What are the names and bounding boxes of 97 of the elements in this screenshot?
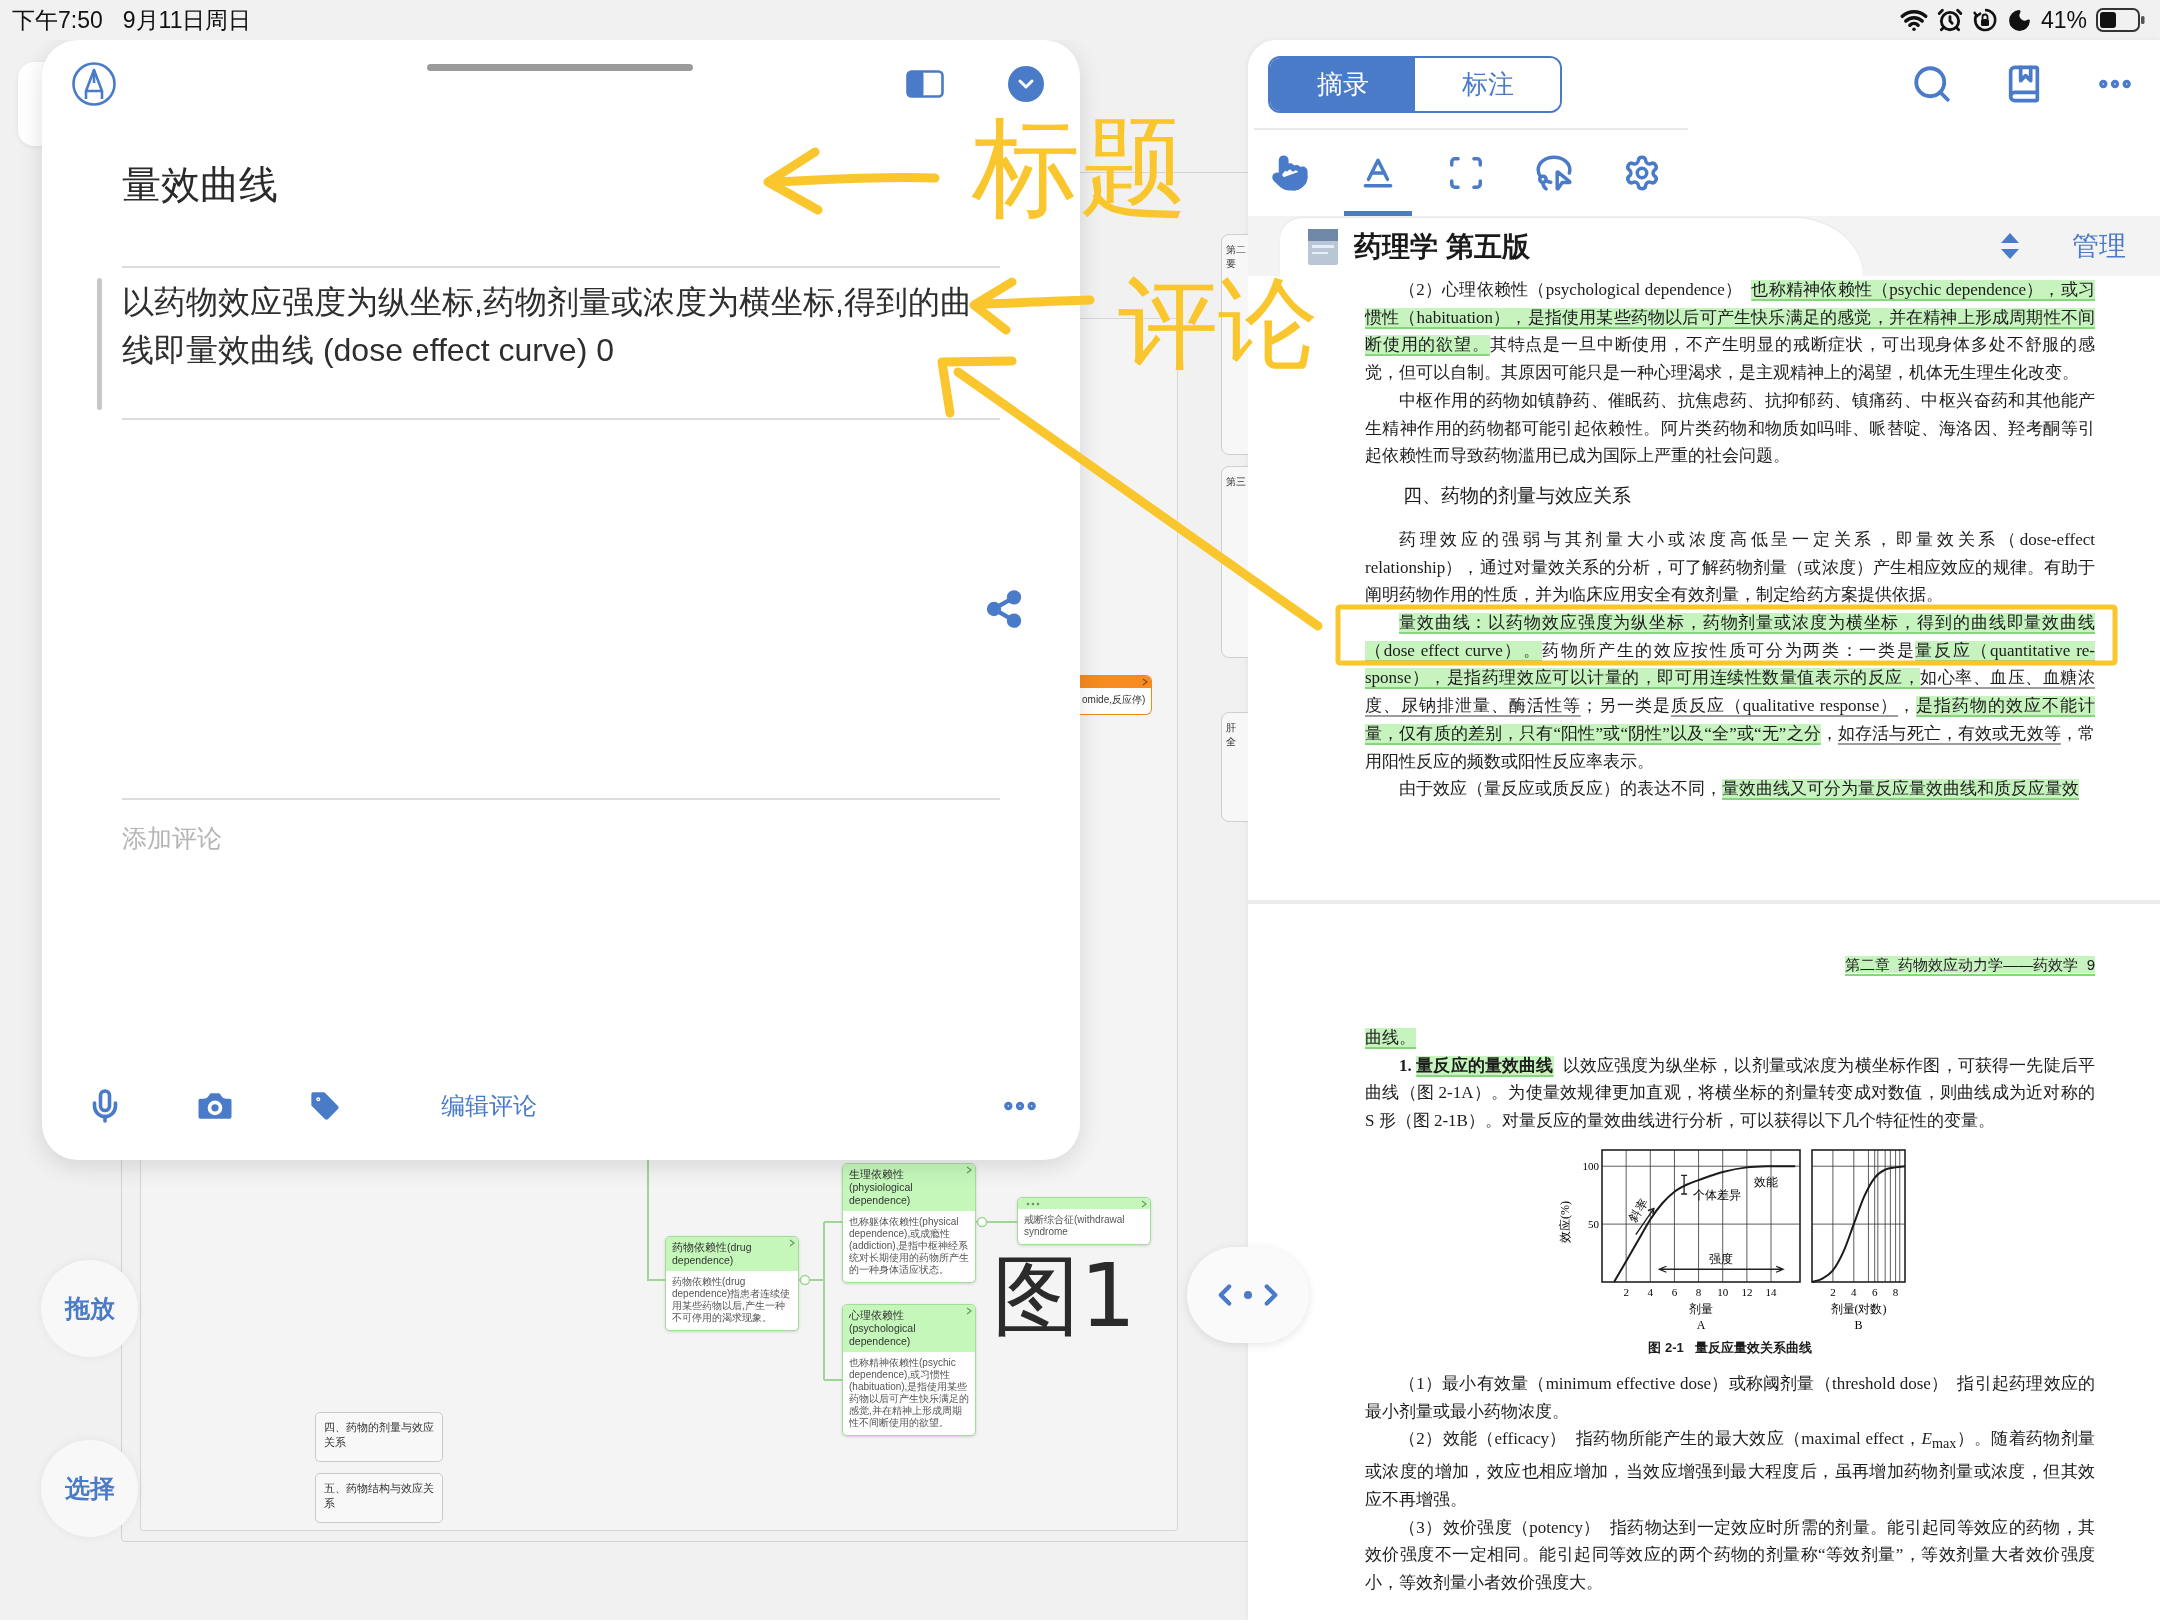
y-tick-label: 100 xyxy=(1582,1160,1599,1172)
mind-map-node[interactable]: 药物依赖性(drug dependence) 药物依赖性(drug dependence)指患者连续使用某些药物以后,产生一种不可停用的渴求现象。 xyxy=(665,1236,799,1331)
node-text: omide,反应停) xyxy=(1081,693,1147,707)
paragraph-text: （1）最小有效量（minimum effective dose）或称阈剂量（threshold dose） 指引起药理效应的最小剂量或最小药物浓度。 xyxy=(1365,1372,2095,1423)
annotation-label: 强度 xyxy=(1708,1252,1733,1267)
collapse-circle-icon xyxy=(976,1216,988,1228)
paragraph-text: 药理效应的强弱与其剂量大小或浓度高低呈一定关系，即量效关系（dose-effect relationship），通过对量效关系的分析，可了解药物剂量（或浓度）产生相应效应的规律。有助于阐明药物作用的性质，并为临床应用安全有效剂量，制定给药方案提供依据。 xyxy=(1365,528,2095,607)
x-tick-label: 6 xyxy=(1871,1285,1877,1298)
x-tick-label: 2 xyxy=(1622,1285,1629,1298)
chevron-right-icon xyxy=(966,1166,972,1174)
book-cover-icon xyxy=(1308,229,1338,265)
comment-field[interactable]: 添加评论 xyxy=(122,818,1000,858)
panel-label: B xyxy=(1854,1317,1862,1332)
rotation-lock-icon xyxy=(1971,7,1998,33)
mode-button[interactable]: 选择 xyxy=(41,1440,138,1537)
node-title: 全 xyxy=(1226,736,1237,748)
node-text: 戒断综合征(withdrawal syndrome xyxy=(1023,1213,1126,1239)
handwritten-note: 图1 xyxy=(992,1252,1136,1340)
chevron-right-icon xyxy=(789,1239,795,1247)
x-tick-label: 10 xyxy=(1716,1285,1728,1298)
node-title: 第二 xyxy=(1226,244,1247,256)
x-tick-label: 2 xyxy=(1829,1285,1836,1298)
mind-map-node[interactable]: 第三 xyxy=(1221,466,1248,658)
dots-icon xyxy=(1026,1201,1040,1206)
y-tick-label: 50 xyxy=(1587,1217,1599,1230)
x-tick-label: 4 xyxy=(1647,1285,1653,1298)
mind-map-node[interactable]: 生理依赖性(physiological dependence) 也称躯体依赖性(physical dependence),或成瘾性(addiction),是指中枢神经系统对长期使用的药物所产生的一种身体适应状态。 xyxy=(842,1163,976,1283)
error-bar xyxy=(1679,1174,1688,1195)
pen-icon[interactable] xyxy=(71,61,117,107)
annotation-label: 斜率 xyxy=(1625,1196,1650,1224)
tab[interactable]: 摘录 xyxy=(1270,57,1415,111)
connector-line xyxy=(975,1221,1018,1223)
excerpt-text: 以药物效应强度为纵坐标,药物剂量或浓度为横坐标,得到的曲线即量效曲线 (dose effect curve) 0 xyxy=(122,283,973,370)
area-select-icon xyxy=(1447,154,1485,192)
x-tick-label: 12 xyxy=(1740,1285,1752,1298)
edit-comment-button[interactable]: 编辑评论 xyxy=(441,1090,537,1122)
search-icon[interactable] xyxy=(1911,63,1953,105)
mind-map-node[interactable]: 肝 全 xyxy=(1221,712,1248,822)
dot-icon xyxy=(1244,1291,1252,1299)
mode-button[interactable]: 拖放 xyxy=(41,1260,138,1357)
gear-icon xyxy=(1623,154,1661,192)
x-axis-label: 剂量(对数) xyxy=(1830,1301,1886,1316)
node-title: 药物依赖性(drug dependence) xyxy=(672,1241,753,1267)
x-tick-label: 8 xyxy=(1892,1285,1898,1298)
mind-map-node[interactable]: 戒断综合征(withdrawal syndrome xyxy=(1017,1197,1151,1245)
node-text: 药物依赖性(drug dependence)指患者连续使用某些药物以后,产生一种不可停用的渴求现象。 xyxy=(671,1275,792,1325)
paragraph-text: 曲线。 xyxy=(1365,1027,1417,1049)
section-heading: 四、药物的剂量与效应关系 xyxy=(1402,483,1632,508)
node-title: 要 xyxy=(1226,258,1237,270)
node-text: 也称精神依赖性(psychic dependence),或习惯性(habituation),是指使用某些药物以后可产生快乐满足的感觉,并在精神上形成周期性不间断使用的欲望。 xyxy=(848,1356,970,1430)
status-date: 9月11日周日 xyxy=(122,5,252,35)
panel-label: A xyxy=(1696,1317,1705,1332)
lasso-icon xyxy=(1535,154,1573,192)
figure-caption: 图 2-1 量反应量效关系曲线 xyxy=(1647,1338,1813,1357)
x-tick-label: 14 xyxy=(1765,1285,1776,1298)
x-axis-label: 剂量 xyxy=(1688,1301,1713,1316)
share-icon[interactable] xyxy=(984,589,1024,629)
battery-percent: 41% xyxy=(2040,6,2087,34)
alarm-icon xyxy=(1936,7,1963,33)
chevron-right-icon xyxy=(1141,1200,1147,1208)
node-title: 心理依赖性(psychological dependence) xyxy=(849,1309,917,1348)
sort-icon[interactable] xyxy=(2000,232,2020,260)
hand-pointer-icon xyxy=(1271,154,1309,192)
note-title: 量效曲线 xyxy=(122,162,278,208)
book-tab[interactable]: 药理学 第五版 xyxy=(1280,218,1863,276)
sidebar-icon[interactable] xyxy=(906,70,944,98)
battery-icon xyxy=(2096,8,2146,32)
mind-map-node[interactable]: 四、药物的剂量与效应关系 xyxy=(315,1412,443,1462)
collapse-circle-icon xyxy=(799,1274,811,1286)
node-title: 第三 xyxy=(1226,476,1247,488)
running-head: 第二章 药物效应动力学——药效学 9 xyxy=(1843,955,2095,975)
book-title: 药理学 第五版 xyxy=(1354,230,1530,264)
paragraph-text: 量效曲线：以药物效应强度为纵坐标，药物剂量或浓度为横坐标，得到的曲线即量效曲线（dose effect curve）。药物所产生的效应按性质可分为两类：一类是量反应（quantitative re-sponse），是指药理效应可以计量的，即可用连续性数量值表示的反应，如心率、血压、血糖浓度、尿钠排泄量、酶活性等；另一类是质反应（qualitative response），是指药物的效应不能计量，仅有质的差别，只有“阳性”或“阴性”以及“全”或“无”之分，如存活与死亡，有效或无效等，常用阳性反应的频数或阳性反应率表示。 xyxy=(1365,612,2095,773)
chevron-right-icon xyxy=(966,1307,972,1315)
paragraph-text: （3）效价强度（potency） 指药物达到一定效应时所需的剂量。能引起同等效应的药物，其效价强度不一定相同。能引起同等效应的两个药物的剂量称“等效剂量”，等效剂量大者效价强度小，等效剂量小者效价强度大。 xyxy=(1365,1516,2095,1595)
node-title: 生理依赖性(physiological dependence) xyxy=(849,1168,914,1207)
y-axis-label: 效应(%) xyxy=(1557,1200,1572,1243)
chevron-right-icon xyxy=(1142,678,1148,686)
handwritten-note: 标题 xyxy=(972,114,1188,222)
chevron-down-icon[interactable] xyxy=(1008,66,1044,102)
mind-map-node[interactable]: 五、药物结构与效应关系 xyxy=(315,1473,443,1523)
moon-icon xyxy=(2006,7,2032,33)
drag-handle[interactable] xyxy=(427,64,693,71)
node-title: 肝 xyxy=(1226,722,1237,734)
annotation-label: 效能 xyxy=(1753,1174,1778,1189)
node-text: 也称躯体依赖性(physical dependence),或成瘾性(addiction),是指中枢神经系统对长期使用的药物所产生的一种身体适应状态。 xyxy=(848,1215,970,1277)
mind-map-node[interactable]: omide,反应停) xyxy=(1080,675,1152,715)
paragraph-text: 中枢作用的药物如镇静药、催眠药、抗焦虑药、抗抑郁药、镇痛药、中枢兴奋药和其他能产生精神作用的药物都可能引起依赖性。阿片类药物和物质如吗啡、哌替啶、海洛因、羟考酮等引起依赖性而导致药物滥用已成为国际上严重的社会问题。 xyxy=(1365,389,2095,468)
x-tick-label: 4 xyxy=(1850,1285,1857,1298)
mind-map-node[interactable]: 心理依赖性(psychological dependence) 也称精神依赖性(psychic dependence),或习惯性(habituation),是指使用某些药物以后可产生快乐满足的感觉,并在精神上形成周期性不间断使用的欲望。 xyxy=(842,1304,976,1436)
paragraph-text: 1. 量反应的量效曲线 以效应强度为纵坐标，以剂量或浓度为横坐标作图，可获得一先陡后平曲线（图 2-1A）。为使量效规律更加直观，将横坐标的剂量转变成对数值，则曲线成为近对称的 S 形（图 2-1B）。对量反应的量效曲线进行分析，可以获得以下几个特征性的变量。 xyxy=(1365,1054,2095,1133)
manage-button[interactable]: 管理 xyxy=(2072,228,2126,264)
paragraph-text: （2）效能（efficacy） 指药物所能产生的最大效应（maximal effect，E$_{max}$）。随着药物剂量或浓度的增加，效应也相应增加，当效应增强到最大程度后，虽再增加药物剂量或浓度，但其效应不再增强。 xyxy=(1365,1428,2095,1511)
x-tick-label: 6 xyxy=(1671,1285,1677,1298)
status-time: 下午7:50 xyxy=(12,5,103,35)
x-tick-label: 8 xyxy=(1695,1285,1701,1298)
paragraph-text: 由于效应（量反应或质反应）的表达不同，量效曲线又可分为量反应量效曲线和质反应量效 xyxy=(1398,778,2080,801)
